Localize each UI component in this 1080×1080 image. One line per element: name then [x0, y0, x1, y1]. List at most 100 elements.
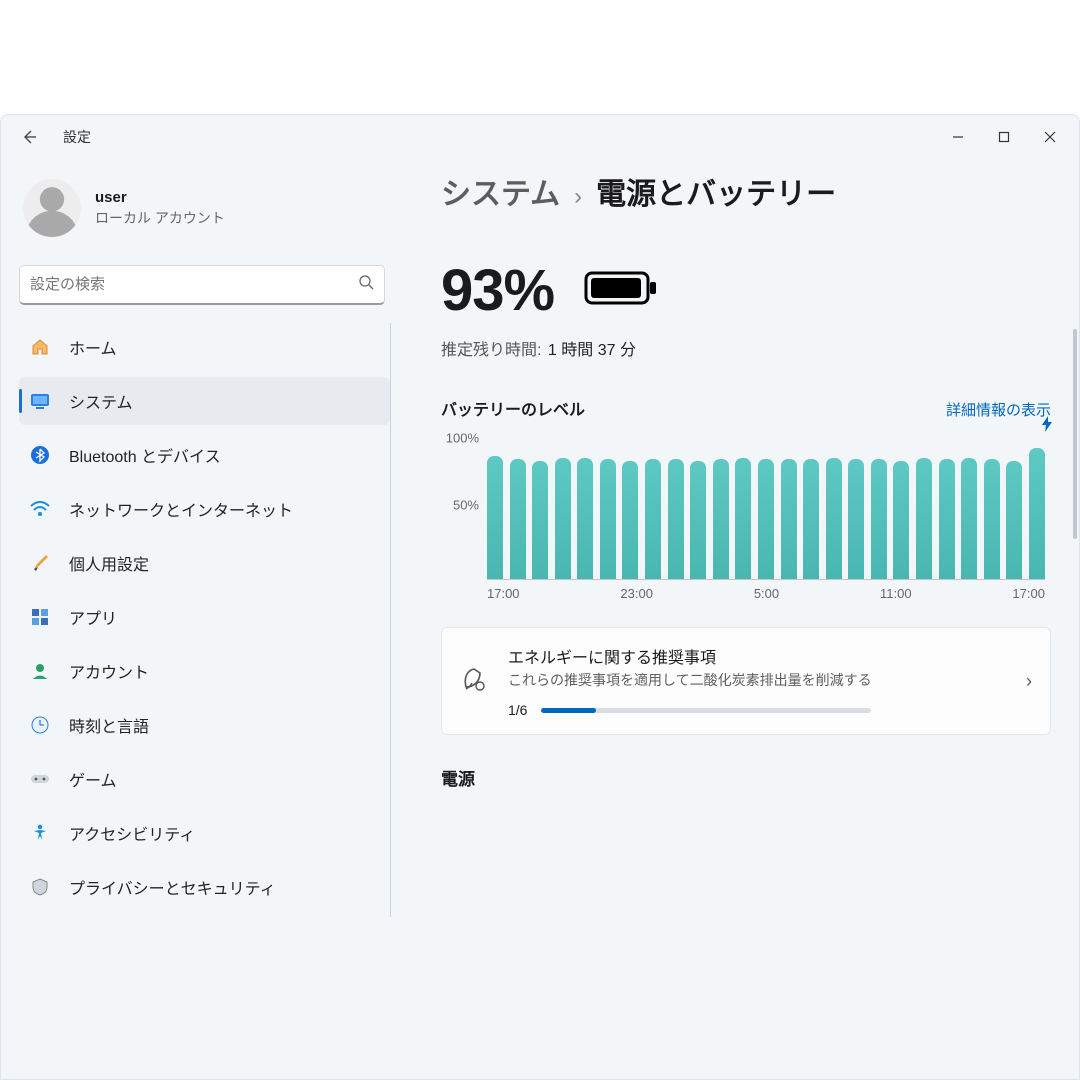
user-name: user: [95, 189, 225, 206]
bluetooth-icon: [29, 444, 51, 466]
nav-label: ゲーム: [69, 767, 117, 791]
x-tick: 23:00: [620, 586, 653, 601]
card-progress: 1/6: [508, 702, 1008, 718]
search-icon: [358, 274, 374, 295]
energy-recommendations-card[interactable]: エネルギーに関する推奨事項 これらの推奨事項を適用して二酸化炭素排出量を削減する…: [441, 627, 1051, 735]
chart-bar: [781, 459, 797, 579]
maximize-icon: [998, 131, 1010, 143]
nav-label: ホーム: [69, 335, 117, 359]
page-title: 電源とバッテリー: [596, 169, 836, 213]
search-input[interactable]: [30, 276, 358, 293]
chart-bar: [487, 456, 503, 579]
chart-bar: [645, 459, 661, 579]
progress-count: 1/6: [508, 702, 527, 718]
battery-status: 93%: [441, 257, 1051, 324]
scrollbar-thumb[interactable]: [1073, 329, 1077, 539]
chart-bar: [668, 459, 684, 579]
nav-item-home[interactable]: ホーム: [19, 323, 390, 371]
x-tick: 17:00: [487, 586, 520, 601]
user-subtitle: ローカル アカウント: [95, 208, 225, 228]
nav-label: アプリ: [69, 605, 117, 629]
details-link[interactable]: 詳細情報の表示: [946, 399, 1051, 420]
arrow-left-icon: [21, 129, 37, 145]
nav-item-personalization[interactable]: 個人用設定: [19, 539, 390, 587]
search-box[interactable]: [19, 265, 385, 305]
nav-item-apps[interactable]: アプリ: [19, 593, 390, 641]
x-tick: 17:00: [1012, 586, 1045, 601]
chart-bar: [961, 458, 977, 579]
chart-bar: [758, 459, 774, 579]
settings-window: 設定 user ローカル アカウント: [0, 114, 1080, 1080]
breadcrumb-parent[interactable]: システム: [441, 169, 560, 213]
chart-bar: [622, 461, 638, 579]
nav-label: プライバシーとセキュリティ: [69, 875, 276, 899]
chart-bar: [871, 459, 887, 579]
chart-bar: [532, 461, 548, 579]
chart-bar: [577, 458, 593, 579]
chevron-right-icon: ›: [1026, 671, 1032, 692]
nav-item-bluetooth[interactable]: Bluetooth とデバイス: [19, 431, 390, 479]
leaf-icon: [460, 665, 490, 698]
avatar: [23, 179, 81, 237]
progress-fill: [541, 708, 596, 713]
chart-bar: [893, 461, 909, 579]
sidebar: user ローカル アカウント ホーム システム: [1, 159, 401, 1079]
globe-clock-icon: [29, 714, 51, 736]
brush-icon: [29, 552, 51, 574]
chart-bar: [713, 459, 729, 579]
nav-item-network[interactable]: ネットワークとインターネット: [19, 485, 390, 533]
minimize-button[interactable]: [935, 118, 981, 156]
back-button[interactable]: [19, 127, 39, 147]
progress-track: [541, 708, 871, 713]
y-tick-50: 50%: [441, 498, 479, 513]
chart-title: バッテリーのレベル: [441, 396, 585, 420]
section-heading-power: 電源: [441, 765, 1051, 790]
close-icon: [1044, 131, 1056, 143]
chart-bar: [939, 459, 955, 579]
chart-bar: [555, 458, 571, 579]
maximize-button[interactable]: [981, 118, 1027, 156]
chart-plot: [487, 430, 1045, 580]
apps-icon: [29, 606, 51, 628]
nav-item-privacy[interactable]: プライバシーとセキュリティ: [19, 863, 390, 911]
nav: ホーム システム Bluetooth とデバイス ネットワークとインターネット …: [19, 323, 391, 917]
card-title: エネルギーに関する推奨事項: [508, 644, 1008, 668]
user-block[interactable]: user ローカル アカウント: [23, 179, 391, 237]
x-tick: 5:00: [754, 586, 779, 601]
chart-bar: [848, 459, 864, 579]
close-button[interactable]: [1027, 118, 1073, 156]
chart-bar: [510, 459, 526, 579]
card-subtitle: これらの推奨事項を適用して二酸化炭素排出量を削減する: [508, 670, 1008, 690]
nav-item-accounts[interactable]: アカウント: [19, 647, 390, 695]
battery-estimate: 推定残り時間: 1 時間 37 分: [441, 336, 1051, 360]
chart-bar: [826, 458, 842, 579]
nav-item-accessibility[interactable]: アクセシビリティ: [19, 809, 390, 857]
nav-item-system[interactable]: システム: [19, 377, 390, 425]
breadcrumb: システム › 電源とバッテリー: [441, 169, 1051, 213]
nav-label: システム: [69, 389, 133, 413]
nav-label: アクセシビリティ: [69, 821, 195, 845]
wifi-icon: [29, 498, 51, 520]
nav-label: ネットワークとインターネット: [69, 497, 293, 521]
card-body: エネルギーに関する推奨事項 これらの推奨事項を適用して二酸化炭素排出量を削減する…: [508, 644, 1008, 718]
shield-icon: [29, 876, 51, 898]
chart-bar: [916, 458, 932, 579]
nav-label: 個人用設定: [69, 551, 149, 575]
chart-bar: [803, 459, 819, 579]
chart-bar: [984, 459, 1000, 579]
nav-item-gaming[interactable]: ゲーム: [19, 755, 390, 803]
chart-bars: [487, 438, 1045, 579]
estimate-label: 推定残り時間:: [441, 342, 541, 359]
app-title: 設定: [63, 127, 91, 147]
system-icon: [29, 390, 51, 412]
battery-chart: 100% 50%: [441, 430, 1051, 580]
nav-item-time-language[interactable]: 時刻と言語: [19, 701, 390, 749]
estimate-value: 1 時間 37 分: [548, 342, 636, 359]
nav-label: 時刻と言語: [69, 713, 149, 737]
nav-label: アカウント: [69, 659, 149, 683]
x-axis: 17:00 23:00 5:00 11:00 17:00: [441, 586, 1051, 601]
chart-bar: [1006, 461, 1022, 579]
titlebar: 設定: [1, 115, 1079, 159]
content: システム › 電源とバッテリー 93% 推定残り時間: 1 時間 37 分: [401, 159, 1079, 1079]
battery-icon: [584, 269, 658, 312]
